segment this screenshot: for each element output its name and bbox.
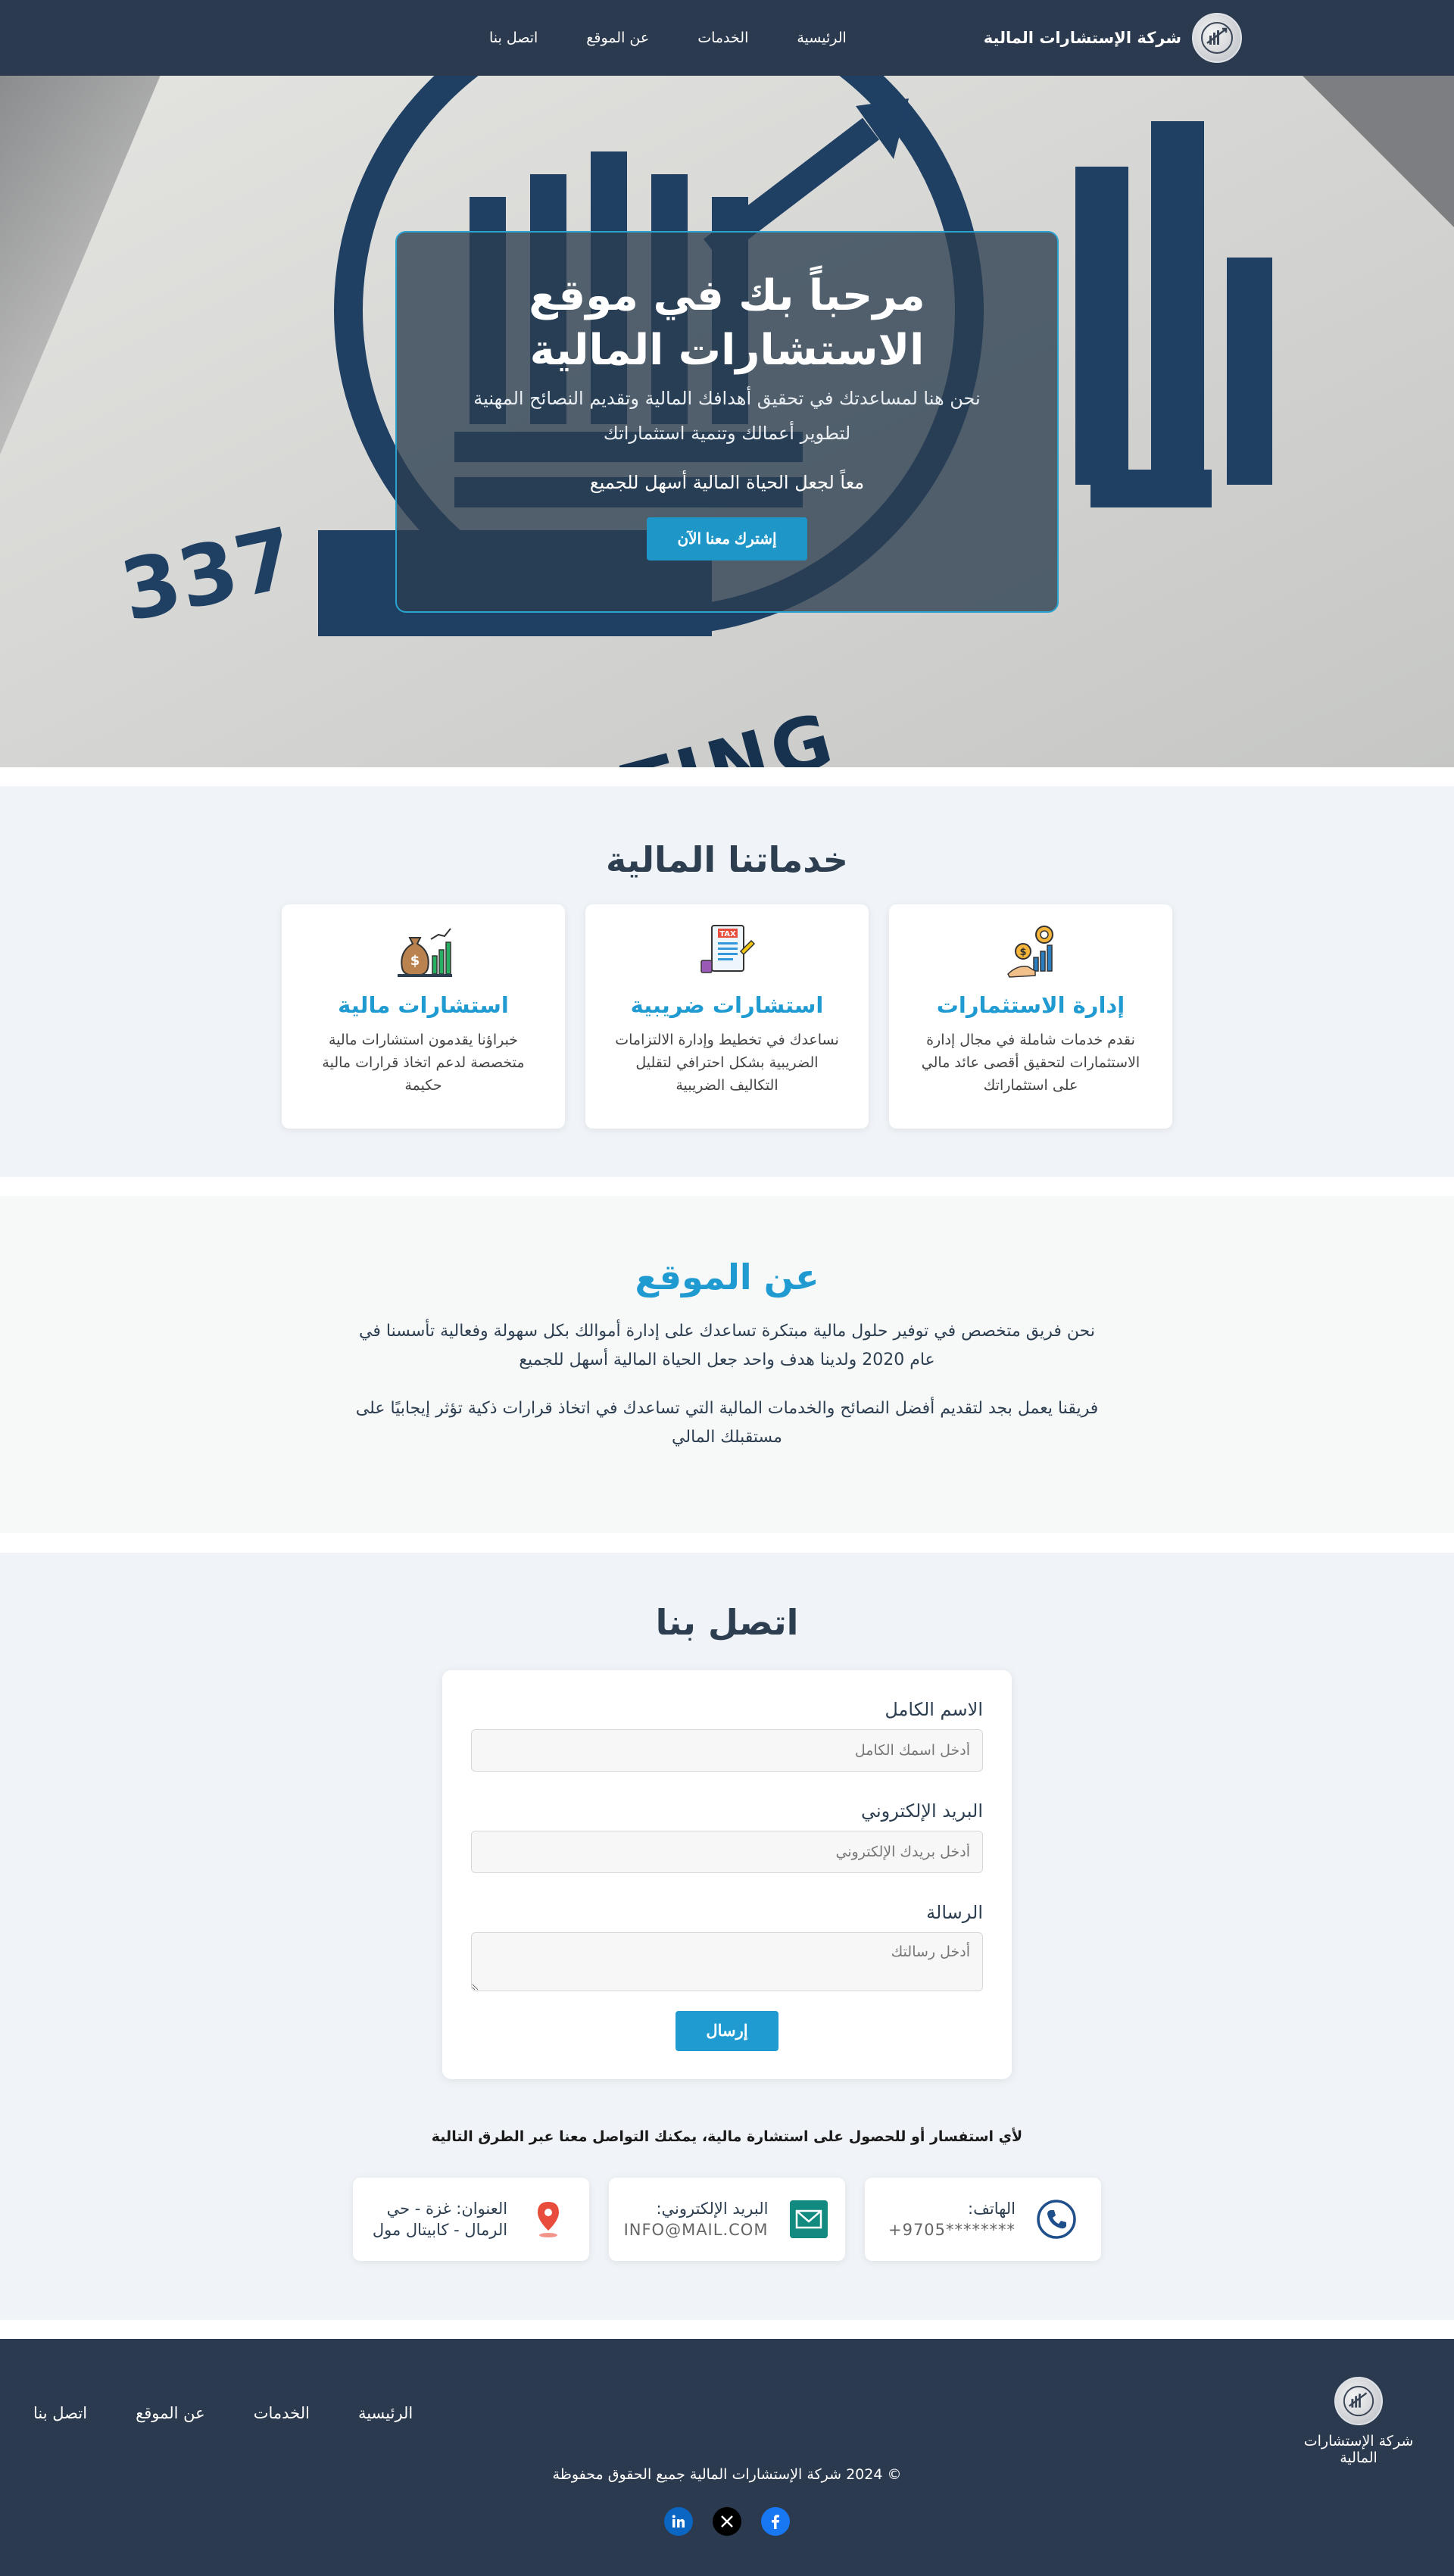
address-label: العنوان: غزة - حي — [386, 2200, 508, 2218]
linkedin-icon[interactable] — [664, 2507, 693, 2536]
facebook-icon[interactable] — [761, 2507, 790, 2536]
services-section: خدماتنا المالية $ إدارة الاستثمارات نقدم… — [0, 786, 1454, 1177]
service-title: استشارات مالية — [338, 992, 509, 1018]
address-info: العنوان: غزة - حي الرمال - كابيتال مول — [373, 2198, 507, 2240]
contact-form: الاسم الكامل البريد الإلكتروني الرسالة إ… — [442, 1670, 1012, 2079]
contact-title: اتصل بنا — [655, 1602, 799, 1643]
footer-brand[interactable]: شركة الإستشارات المالية — [1283, 2377, 1434, 2466]
footer-link-home[interactable]: الرئيسية — [358, 2404, 413, 2422]
brand[interactable]: شركة الإستشارات المالية — [984, 12, 1242, 64]
footer-link-contact[interactable]: اتصل بنا — [33, 2404, 87, 2422]
email-card[interactable]: البريد الإلكتروني: INFO@MAIL.COM — [609, 2178, 845, 2261]
money-bag-icon: $ — [393, 921, 454, 982]
phone-value: +9705******** — [888, 2221, 1016, 2239]
phone-icon — [1035, 2198, 1078, 2240]
service-card-financial[interactable]: $ استشارات مالية خبراؤنا يقدمون استشارات… — [282, 904, 565, 1129]
nav-link-home[interactable]: الرئيسية — [797, 30, 846, 46]
address-value: الرمال - كابيتال مول — [372, 2221, 508, 2239]
email-info-label: البريد الإلكتروني: — [656, 2200, 769, 2218]
about-paragraph-2: فريقنا يعمل بجد لتقديم أفضل النصائح والخ… — [355, 1399, 1099, 1447]
email-label: البريد الإلكتروني — [860, 1800, 983, 1822]
contact-section: اتصل بنا الاسم الكامل البريد الإلكتروني … — [0, 1553, 1454, 2320]
footer-link-about[interactable]: عن الموقع — [136, 2404, 205, 2422]
phone-label: الهاتف: — [968, 2200, 1016, 2218]
tax-icon: TAX — [697, 921, 757, 982]
services-title: خدماتنا المالية — [606, 839, 848, 880]
contact-note: لأي استفسار أو للحصول على استشارة مالية،… — [431, 2128, 1023, 2145]
mail-icon — [788, 2198, 830, 2240]
service-title: استشارات ضريبية — [630, 992, 824, 1018]
phone-info: الهاتف: +9705******** — [888, 2198, 1016, 2240]
hero-section: 337 L CONSULTING مرحباً بك في موقع الاست… — [0, 76, 1454, 767]
address-card[interactable]: العنوان: غزة - حي الرمال - كابيتال مول — [353, 2178, 589, 2261]
service-title: إدارة الاستثمارات — [936, 992, 1125, 1018]
about-title: عن الموقع — [635, 1257, 819, 1297]
service-card-investment[interactable]: $ إدارة الاستثمارات نقدم خدمات شاملة في … — [889, 904, 1172, 1129]
send-button[interactable]: إرسال — [676, 2011, 778, 2051]
phone-card[interactable]: الهاتف: +9705******** — [865, 2178, 1101, 2261]
main-nav: الرئيسية الخدمات عن الموقع اتصل بنا — [441, 0, 847, 76]
copyright-text: © 2024 شركة الإستشارات المالية جميع الحق… — [552, 2466, 902, 2483]
location-pin-icon — [527, 2198, 569, 2240]
email-value: INFO@MAIL.COM — [623, 2221, 769, 2239]
social-links — [0, 2507, 1454, 2536]
service-description: نقدم خدمات شاملة في مجال إدارة الاستثمار… — [921, 1032, 1140, 1094]
message-field[interactable] — [471, 1932, 983, 1991]
brand-name: شركة الإستشارات المالية — [983, 29, 1181, 47]
hero-title: مرحباً بك في موقع الاستشارات المالية — [529, 271, 925, 375]
about-section: عن الموقع نحن فريق متخصص في توفير حلول م… — [0, 1196, 1454, 1533]
logo-icon — [1192, 13, 1242, 63]
hero-welcome-box: مرحباً بك في موقع الاستشارات المالية نحن… — [395, 231, 1059, 613]
x-icon[interactable] — [713, 2507, 741, 2536]
svg-text:$: $ — [410, 953, 420, 969]
footer-nav: اتصل بنا عن الموقع الخدمات الرئيسية — [33, 2404, 461, 2422]
investment-icon: $ — [1000, 921, 1061, 982]
message-label: الرسالة — [926, 1902, 983, 1923]
email-field[interactable] — [471, 1831, 983, 1873]
svg-text:$: $ — [1019, 947, 1026, 958]
svg-text:TAX: TAX — [719, 930, 736, 938]
site-footer: شركة الإستشارات المالية اتصل بنا عن المو… — [0, 2339, 1454, 2576]
about-paragraph-1: نحن فريق متخصص في توفير حلول مالية مبتكر… — [359, 1322, 1095, 1369]
email-info: البريد الإلكتروني: INFO@MAIL.COM — [624, 2198, 769, 2240]
service-description: نساعدك في تخطيط وإدارة الالتزامات الضريب… — [615, 1032, 839, 1094]
name-label: الاسم الكامل — [885, 1699, 983, 1720]
nav-link-contact[interactable]: اتصل بنا — [489, 30, 538, 46]
top-navbar: شركة الإستشارات المالية الرئيسية الخدمات… — [0, 0, 1454, 76]
hero-subtitle: نحن هنا لمساعدتك في تحقيق أهدافك المالية… — [473, 388, 981, 444]
service-card-tax[interactable]: TAX استشارات ضريبية نساعدك في تخطيط وإدا… — [585, 904, 869, 1129]
name-field[interactable] — [471, 1729, 983, 1772]
footer-logo-icon — [1334, 2377, 1383, 2425]
hero-motto: معاً لجعل الحياة المالية أسهل للجميع — [589, 472, 865, 493]
nav-link-about[interactable]: عن الموقع — [586, 30, 649, 46]
footer-link-services[interactable]: الخدمات — [254, 2404, 310, 2422]
nav-link-services[interactable]: الخدمات — [697, 30, 748, 46]
subscribe-button[interactable]: إشترك معنا الآن — [647, 517, 807, 560]
service-description: خبراؤنا يقدمون استشارات مالية متخصصة لدع… — [322, 1032, 525, 1094]
footer-brand-name: شركة الإستشارات المالية — [1303, 2433, 1414, 2466]
